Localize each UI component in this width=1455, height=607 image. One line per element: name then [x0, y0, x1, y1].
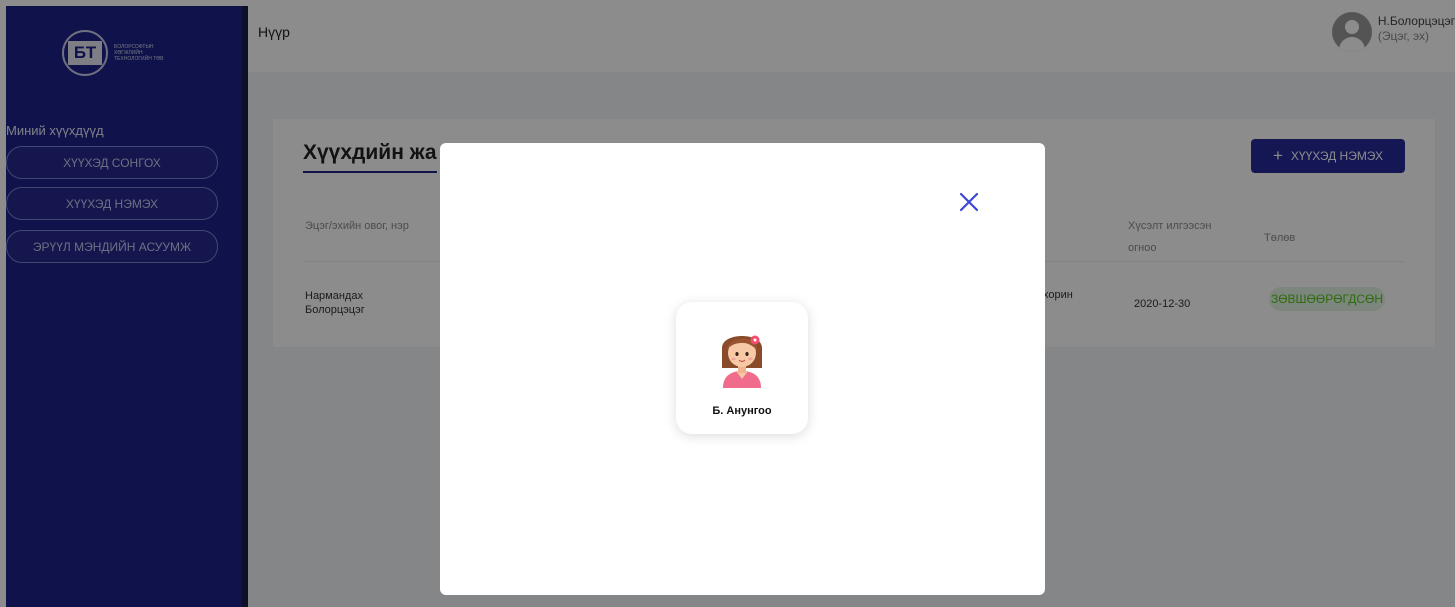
- girl-avatar-icon: [722, 335, 762, 388]
- select-child-modal: Б. Анунгоо: [440, 143, 1045, 595]
- child-card[interactable]: Б. Анунгоо: [676, 302, 808, 434]
- close-icon[interactable]: [958, 191, 980, 213]
- child-name: Б. Анунгоо: [712, 405, 772, 417]
- modal-overlay[interactable]: Б. Анунгоо: [0, 0, 1455, 607]
